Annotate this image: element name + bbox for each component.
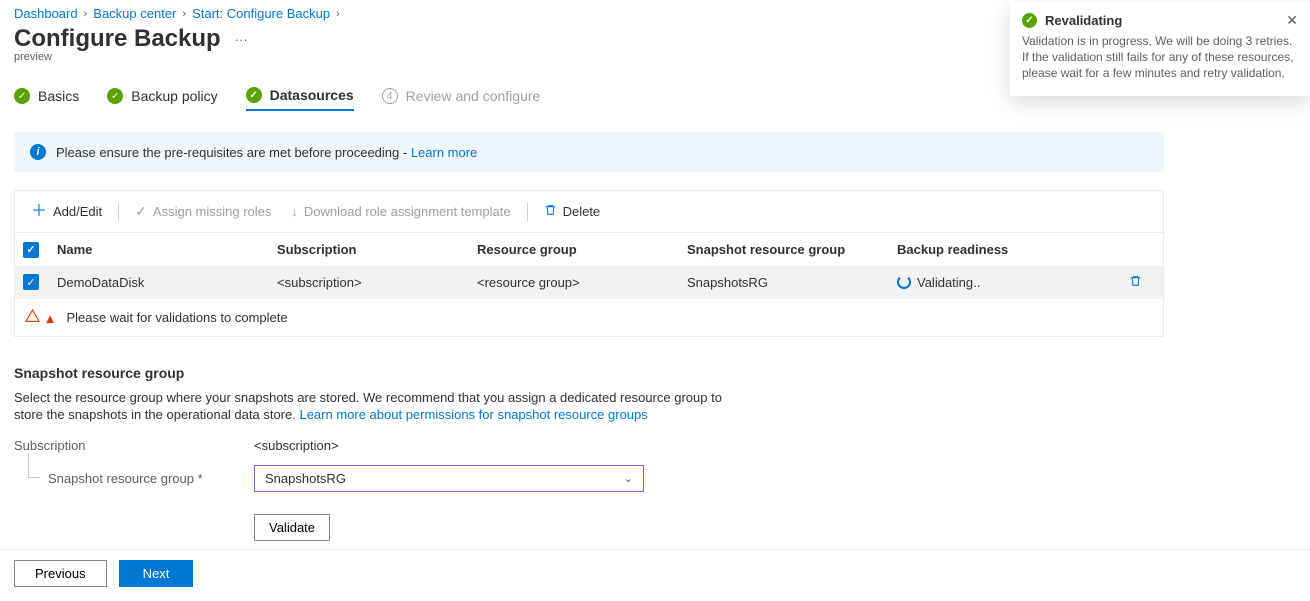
plus-icon: ＋ xyxy=(31,204,47,220)
download-template-button[interactable]: ↓ Download role assignment template xyxy=(283,200,518,223)
chevron-right-icon: › xyxy=(182,8,186,20)
breadcrumb-link[interactable]: Backup center xyxy=(93,6,176,21)
spinner-icon xyxy=(897,275,911,289)
warning-text: Please wait for validations to complete xyxy=(66,310,287,325)
subscription-label: Subscription xyxy=(14,438,254,453)
add-edit-button[interactable]: ＋ Add/Edit xyxy=(23,200,110,224)
toast-title: Revalidating xyxy=(1045,13,1122,28)
row-delete-button[interactable] xyxy=(1115,274,1155,291)
step-label: Review and configure xyxy=(406,88,541,104)
col-subscription: Subscription xyxy=(277,242,477,257)
toolbar-label: Download role assignment template xyxy=(304,204,511,219)
col-name: Name xyxy=(57,242,277,257)
readiness-text: Validating.. xyxy=(917,275,980,290)
check-icon: ✓ xyxy=(135,203,147,220)
breadcrumb-link[interactable]: Dashboard xyxy=(14,6,78,21)
check-icon: ✓ xyxy=(246,87,262,103)
cell-snapshot-rg: SnapshotsRG xyxy=(687,275,897,290)
cell-subscription: <subscription> xyxy=(277,275,477,290)
chevron-right-icon: › xyxy=(84,8,88,20)
datasources-table: ＋ Add/Edit ✓ Assign missing roles ↓ Down… xyxy=(14,190,1164,337)
snapshot-rg-select[interactable]: SnapshotsRG ⌄ xyxy=(254,465,644,492)
check-icon: ✓ xyxy=(107,88,123,104)
toast-body: Validation is in progress. We will be do… xyxy=(1022,33,1298,82)
snapshot-heading: Snapshot resource group xyxy=(14,365,1296,381)
step-basics[interactable]: ✓ Basics xyxy=(14,88,79,110)
next-button[interactable]: Next xyxy=(119,560,194,587)
previous-button[interactable]: Previous xyxy=(14,560,107,587)
chevron-right-icon: › xyxy=(336,8,340,20)
toolbar-label: Delete xyxy=(563,204,601,219)
separator xyxy=(118,203,119,221)
row-checkbox[interactable]: ✓ xyxy=(23,274,39,290)
step-label: Basics xyxy=(38,88,79,104)
select-value: SnapshotsRG xyxy=(265,471,346,486)
validation-warning: ▲ Please wait for validations to complet… xyxy=(15,299,1163,336)
cell-backup-readiness: Validating.. xyxy=(897,275,1115,290)
check-icon: ✓ xyxy=(14,88,30,104)
step-backup-policy[interactable]: ✓ Backup policy xyxy=(107,88,217,110)
table-toolbar: ＋ Add/Edit ✓ Assign missing roles ↓ Down… xyxy=(15,191,1163,233)
close-icon[interactable]: ✕ xyxy=(1286,12,1298,29)
table-row[interactable]: ✓ DemoDataDisk <subscription> <resource … xyxy=(15,266,1163,299)
warning-icon: ▲ xyxy=(25,309,56,326)
check-icon: ✓ xyxy=(1022,13,1037,28)
trash-icon xyxy=(544,203,557,220)
step-datasources[interactable]: ✓ Datasources xyxy=(246,87,354,111)
info-banner: i Please ensure the pre-requisites are m… xyxy=(14,132,1164,172)
subscription-value: <subscription> xyxy=(254,438,339,453)
more-icon[interactable]: ··· xyxy=(235,32,248,47)
wizard-footer: Previous Next xyxy=(0,549,1310,597)
toolbar-label: Assign missing roles xyxy=(153,204,272,219)
breadcrumb-link[interactable]: Start: Configure Backup xyxy=(192,6,330,21)
chevron-down-icon: ⌄ xyxy=(624,472,633,485)
table-header-row: ✓ Name Subscription Resource group Snaps… xyxy=(15,233,1163,266)
info-icon: i xyxy=(30,144,46,160)
snapshot-description: Select the resource group where your sna… xyxy=(14,389,754,424)
col-snapshot-rg: Snapshot resource group xyxy=(687,242,897,257)
delete-button[interactable]: Delete xyxy=(536,199,609,224)
step-review: 4 Review and configure xyxy=(382,88,541,110)
step-number-icon: 4 xyxy=(382,88,398,104)
snapshot-rg-label: Snapshot resource group * xyxy=(14,471,254,486)
page-title: Configure Backup xyxy=(14,25,221,53)
col-resource-group: Resource group xyxy=(477,242,687,257)
learn-more-link[interactable]: Learn more xyxy=(411,145,477,160)
step-label: Datasources xyxy=(270,87,354,103)
toolbar-label: Add/Edit xyxy=(53,204,102,219)
validate-button[interactable]: Validate xyxy=(254,514,330,541)
info-text: Please ensure the pre-requisites are met… xyxy=(56,145,411,160)
select-all-checkbox[interactable]: ✓ xyxy=(23,242,39,258)
cell-name: DemoDataDisk xyxy=(57,275,277,290)
cell-resource-group: <resource group> xyxy=(477,275,687,290)
step-label: Backup policy xyxy=(131,88,217,104)
notification-toast: ✓ Revalidating ✕ Validation is in progre… xyxy=(1010,2,1310,96)
download-icon: ↓ xyxy=(291,204,298,219)
snapshot-learn-more-link[interactable]: Learn more about permissions for snapsho… xyxy=(299,407,647,422)
assign-roles-button[interactable]: ✓ Assign missing roles xyxy=(127,199,279,224)
col-backup-readiness: Backup readiness xyxy=(897,242,1115,257)
separator xyxy=(527,203,528,221)
